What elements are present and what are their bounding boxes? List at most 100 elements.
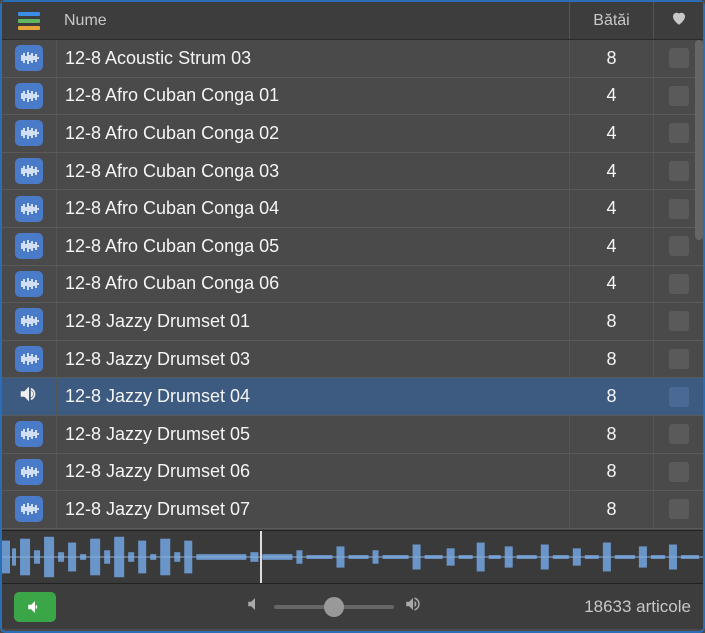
table-row[interactable]: 12-8 Jazzy Drumset 048 — [2, 378, 703, 416]
favorite-checkbox[interactable] — [669, 462, 689, 482]
loop-beats: 8 — [569, 378, 653, 415]
view-mode-button[interactable] — [2, 12, 56, 30]
loop-name: 12-8 Afro Cuban Conga 01 — [56, 78, 569, 115]
table-row[interactable]: 12-8 Afro Cuban Conga 034 — [2, 153, 703, 191]
loop-name: 12-8 Jazzy Drumset 04 — [56, 378, 569, 415]
volume-slider[interactable] — [274, 605, 394, 609]
favorite-cell[interactable] — [653, 378, 703, 415]
loop-name: 12-8 Afro Cuban Conga 05 — [56, 228, 569, 265]
loop-name: 12-8 Jazzy Drumset 03 — [56, 341, 569, 378]
audio-loop-icon — [15, 233, 43, 259]
loop-name: 12-8 Jazzy Drumset 01 — [56, 303, 569, 340]
audio-loop-icon — [15, 346, 43, 372]
favorite-checkbox[interactable] — [669, 311, 689, 331]
loop-name: 12-8 Afro Cuban Conga 02 — [56, 115, 569, 152]
audio-loop-icon — [15, 83, 43, 109]
loop-type-icon-cell[interactable] — [2, 83, 56, 109]
table-row[interactable]: 12-8 Jazzy Drumset 078 — [2, 491, 703, 529]
loop-name: 12-8 Jazzy Drumset 07 — [56, 491, 569, 528]
audio-loop-icon — [15, 120, 43, 146]
play-button[interactable] — [14, 592, 56, 622]
heart-icon — [669, 9, 689, 32]
table-row[interactable]: 12-8 Afro Cuban Conga 054 — [2, 228, 703, 266]
loop-type-icon-cell[interactable] — [2, 271, 56, 297]
table-row[interactable]: 12-8 Jazzy Drumset 068 — [2, 454, 703, 492]
favorite-checkbox[interactable] — [669, 161, 689, 181]
favorite-checkbox[interactable] — [669, 236, 689, 256]
favorite-checkbox[interactable] — [669, 123, 689, 143]
loop-beats: 4 — [569, 115, 653, 152]
loop-type-icon-cell[interactable] — [2, 45, 56, 71]
favorite-cell[interactable] — [653, 303, 703, 340]
loop-name: 12-8 Afro Cuban Conga 06 — [56, 266, 569, 303]
loop-beats: 8 — [569, 454, 653, 491]
loop-type-icon-cell[interactable] — [2, 158, 56, 184]
favorite-checkbox[interactable] — [669, 424, 689, 444]
table-row[interactable]: 12-8 Afro Cuban Conga 024 — [2, 115, 703, 153]
table-row[interactable]: 12-8 Jazzy Drumset 058 — [2, 416, 703, 454]
column-header-name[interactable]: Nume — [56, 12, 569, 30]
audio-loop-icon — [15, 421, 43, 447]
volume-controls — [246, 595, 422, 618]
speaker-icon — [25, 598, 45, 616]
table-row[interactable]: 12-8 Jazzy Drumset 018 — [2, 303, 703, 341]
loop-beats: 8 — [569, 303, 653, 340]
table-row[interactable]: 12-8 Jazzy Drumset 038 — [2, 341, 703, 379]
favorite-checkbox[interactable] — [669, 349, 689, 369]
loop-type-icon-cell[interactable] — [2, 459, 56, 485]
loop-name: 12-8 Jazzy Drumset 05 — [56, 416, 569, 453]
table-row[interactable]: 12-8 Afro Cuban Conga 044 — [2, 190, 703, 228]
table-row[interactable]: 12-8 Afro Cuban Conga 064 — [2, 266, 703, 304]
table-row[interactable]: 12-8 Acoustic Strum 038 — [2, 40, 703, 78]
column-header-favorite[interactable] — [653, 2, 703, 39]
speaker-playing-icon — [16, 383, 42, 410]
favorite-checkbox[interactable] — [669, 387, 689, 407]
playhead[interactable] — [260, 531, 262, 583]
audio-loop-icon — [15, 45, 43, 71]
favorite-checkbox[interactable] — [669, 274, 689, 294]
item-count-label: 18633 articole — [584, 597, 691, 617]
favorite-checkbox[interactable] — [669, 499, 689, 519]
audio-loop-icon — [15, 196, 43, 222]
favorite-checkbox[interactable] — [669, 86, 689, 106]
loop-type-icon-cell[interactable] — [2, 233, 56, 259]
loop-type-icon-cell[interactable] — [2, 120, 56, 146]
loop-beats: 4 — [569, 78, 653, 115]
audio-loop-icon — [15, 158, 43, 184]
favorite-cell[interactable] — [653, 454, 703, 491]
volume-slider-thumb[interactable] — [324, 597, 344, 617]
loop-name: 12-8 Afro Cuban Conga 03 — [56, 153, 569, 190]
table-header: Nume Bătăi — [2, 2, 703, 40]
table-row[interactable]: 12-8 Afro Cuban Conga 014 — [2, 78, 703, 116]
loop-name: 12-8 Jazzy Drumset 06 — [56, 454, 569, 491]
volume-high-icon — [404, 595, 422, 618]
waveform-preview[interactable] — [2, 530, 703, 584]
loop-type-icon-cell[interactable] — [2, 308, 56, 334]
volume-low-icon — [246, 595, 264, 618]
favorite-cell[interactable] — [653, 491, 703, 528]
loop-type-icon-cell[interactable] — [2, 346, 56, 372]
favorite-checkbox[interactable] — [669, 199, 689, 219]
loop-beats: 8 — [569, 416, 653, 453]
favorite-cell[interactable] — [653, 341, 703, 378]
loop-name: 12-8 Acoustic Strum 03 — [56, 40, 569, 77]
loop-list[interactable]: 12-8 Acoustic Strum 03812-8 Afro Cuban C… — [2, 40, 703, 530]
loop-beats: 8 — [569, 491, 653, 528]
footer-bar: 18633 articole — [2, 584, 703, 629]
audio-loop-icon — [15, 496, 43, 522]
audio-loop-icon — [15, 271, 43, 297]
loop-beats: 4 — [569, 153, 653, 190]
loop-beats: 8 — [569, 341, 653, 378]
loop-type-icon-cell[interactable] — [2, 421, 56, 447]
column-header-beats[interactable]: Bătăi — [569, 2, 653, 39]
favorite-cell[interactable] — [653, 416, 703, 453]
favorite-checkbox[interactable] — [669, 48, 689, 68]
loop-beats: 4 — [569, 190, 653, 227]
favorite-cell[interactable] — [653, 266, 703, 303]
loop-type-icon-cell[interactable] — [2, 496, 56, 522]
list-view-icon — [18, 12, 40, 30]
loop-type-icon-cell[interactable] — [2, 196, 56, 222]
loop-name: 12-8 Afro Cuban Conga 04 — [56, 190, 569, 227]
playing-indicator[interactable] — [2, 383, 56, 410]
vertical-scrollbar[interactable] — [695, 40, 703, 240]
